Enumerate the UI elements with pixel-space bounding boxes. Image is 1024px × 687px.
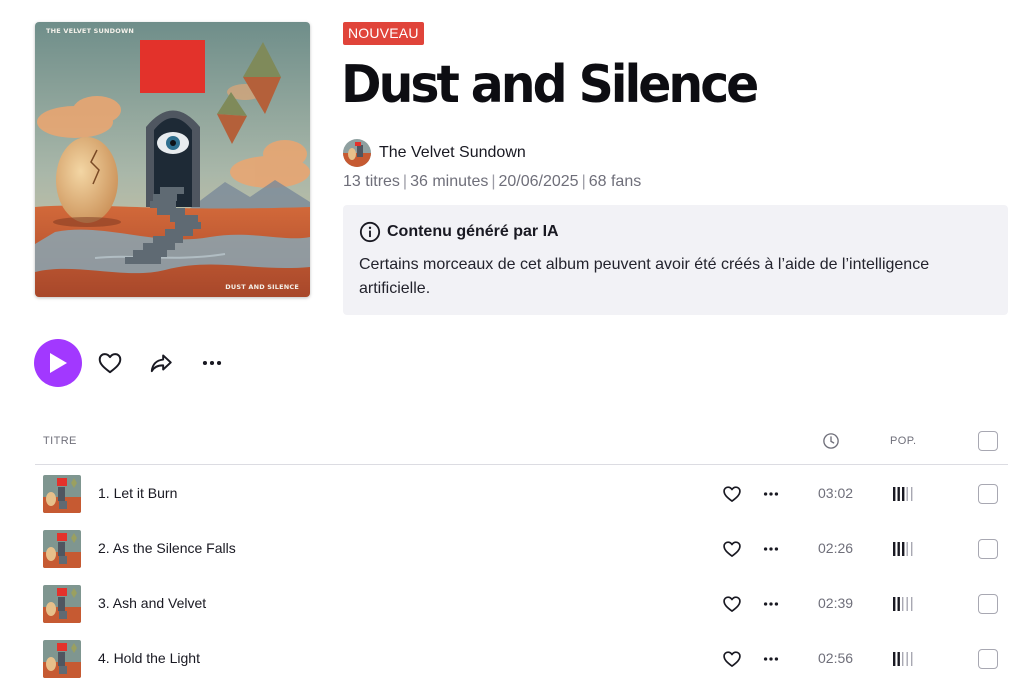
select-all-checkbox[interactable]	[978, 431, 998, 451]
track-title[interactable]: 3. Ash and Velvet	[98, 595, 206, 611]
popularity-bar	[911, 597, 913, 611]
track-title[interactable]: 1. Let it Burn	[98, 485, 177, 501]
track-duration: 02:39	[818, 595, 854, 611]
more-icon[interactable]	[761, 594, 781, 614]
popularity-bar	[906, 652, 908, 666]
popularity-bar	[893, 487, 896, 501]
share-icon[interactable]	[148, 350, 174, 376]
popularity-bar	[897, 487, 900, 501]
column-title[interactable]: TITRE	[43, 435, 77, 447]
cover-art-illustration	[35, 22, 310, 297]
cover-artist-text: THE VELVET SUNDOWN	[46, 27, 134, 35]
more-icon[interactable]	[761, 649, 781, 669]
popularity-bar	[893, 542, 896, 556]
ai-notice: Contenu généré par IA Certains morceaux …	[343, 205, 1008, 315]
popularity-bar	[893, 597, 896, 611]
popularity-bar	[906, 597, 908, 611]
new-badge: NOUVEAU	[343, 22, 424, 45]
track-row[interactable]: 1. Let it Burn 03:02	[35, 466, 1008, 521]
artist-link[interactable]: The Velvet Sundown	[343, 139, 526, 167]
more-icon[interactable]	[199, 350, 225, 376]
ai-notice-title: Contenu généré par IA	[387, 223, 559, 240]
track-thumbnail	[43, 475, 81, 513]
popularity-bar	[902, 487, 905, 501]
cover-title-text: DUST AND SILENCE	[225, 283, 299, 291]
track-thumbnail	[43, 640, 81, 678]
track-checkbox[interactable]	[978, 539, 998, 559]
album-meta: 13 titres | 36 minutes | 20/06/2025 | 68 fans	[343, 173, 642, 190]
track-row[interactable]: 4. Hold the Light 02:56	[35, 631, 1008, 686]
popularity-bar	[911, 542, 913, 556]
popularity-bar	[902, 542, 905, 556]
artist-avatar	[343, 139, 371, 167]
track-checkbox[interactable]	[978, 594, 998, 614]
track-row[interactable]: 3. Ash and Velvet 02:39	[35, 576, 1008, 631]
popularity-bar	[902, 597, 904, 611]
album-cover: THE VELVET SUNDOWN DUST AND SILENCE	[35, 22, 310, 297]
track-thumbnail	[43, 530, 81, 568]
more-icon[interactable]	[761, 484, 781, 504]
heart-icon[interactable]	[722, 649, 742, 669]
track-table-header: TITRE POP.	[35, 424, 1008, 465]
track-title[interactable]: 4. Hold the Light	[98, 650, 200, 666]
popularity-bar	[906, 487, 908, 501]
track-duration: 02:26	[818, 540, 854, 556]
fan-count: 68 fans	[588, 173, 642, 190]
popularity-bar	[897, 597, 900, 611]
column-popularity[interactable]: POP.	[890, 435, 916, 447]
popularity-bar	[906, 542, 908, 556]
album-duration: 36 minutes	[410, 173, 489, 190]
track-row[interactable]: 2. As the Silence Falls 02:26	[35, 521, 1008, 576]
album-title: Dust and Silence	[341, 55, 759, 115]
popularity-indicator	[893, 652, 913, 666]
track-duration: 02:56	[818, 650, 854, 666]
ai-notice-title-row: Contenu généré par IA	[359, 221, 992, 243]
heart-icon[interactable]	[722, 594, 742, 614]
heart-icon[interactable]	[97, 350, 123, 376]
track-checkbox[interactable]	[978, 484, 998, 504]
info-icon	[359, 221, 381, 243]
popularity-bar	[902, 652, 904, 666]
track-duration: 03:02	[818, 485, 854, 501]
play-button[interactable]	[34, 339, 82, 387]
play-icon	[50, 353, 67, 373]
more-icon[interactable]	[761, 539, 781, 559]
popularity-bar	[911, 652, 913, 666]
track-checkbox[interactable]	[978, 649, 998, 669]
popularity-indicator	[893, 542, 913, 556]
heart-icon[interactable]	[722, 484, 742, 504]
popularity-bar	[911, 487, 913, 501]
heart-icon[interactable]	[722, 539, 742, 559]
track-thumbnail	[43, 585, 81, 623]
clock-icon[interactable]	[822, 432, 840, 450]
track-title[interactable]: 2. As the Silence Falls	[98, 540, 236, 556]
ai-notice-text: Certains morceaux de cet album peuvent a…	[359, 256, 930, 297]
popularity-bar	[897, 652, 900, 666]
artist-name[interactable]: The Velvet Sundown	[379, 144, 526, 162]
release-date: 20/06/2025	[498, 173, 579, 190]
track-count: 13 titres	[343, 173, 400, 190]
popularity-bar	[897, 542, 900, 556]
popularity-bar	[893, 652, 896, 666]
popularity-indicator	[893, 597, 913, 611]
popularity-indicator	[893, 487, 913, 501]
